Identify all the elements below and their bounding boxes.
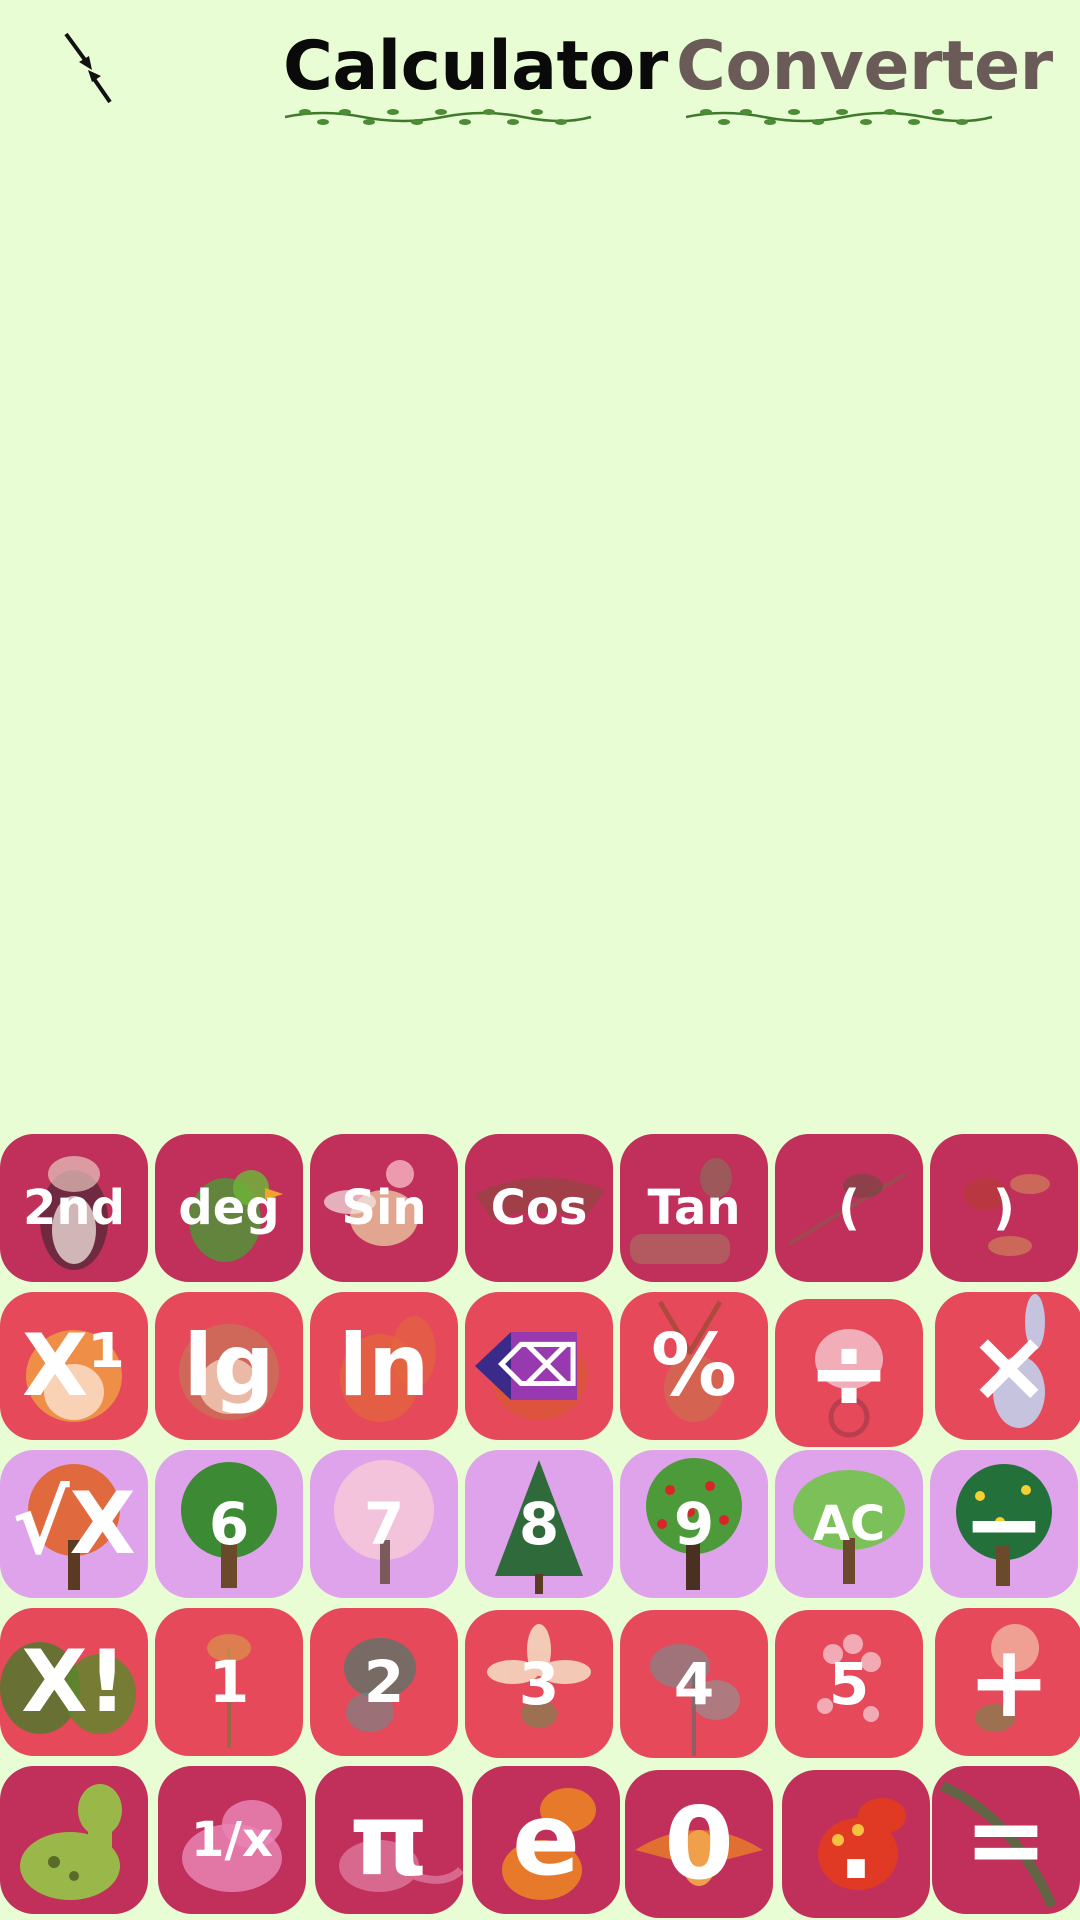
key-pi[interactable]: π (315, 1766, 463, 1914)
key-0[interactable]: 0 (625, 1770, 773, 1918)
key-cos[interactable]: Cos (465, 1134, 613, 1282)
key-ac[interactable]: AC (775, 1450, 923, 1598)
key-1[interactable]: 1 (155, 1608, 303, 1756)
key-divide[interactable]: ÷ (775, 1299, 923, 1447)
collapse-arrows-icon[interactable] (62, 30, 118, 106)
vine-underline (284, 109, 592, 125)
key-plus[interactable]: + (935, 1608, 1080, 1756)
key-sin[interactable]: Sin (310, 1134, 458, 1282)
key-ln[interactable]: ln (310, 1292, 458, 1440)
key-5[interactable]: 5 (775, 1610, 923, 1758)
top-bar: Calculator Converter (0, 0, 1080, 140)
key-e[interactable]: e (472, 1766, 620, 1914)
key-4[interactable]: 4 (620, 1610, 768, 1758)
key-2nd[interactable]: 2nd (0, 1134, 148, 1282)
key-backspace[interactable]: ⌫ (465, 1292, 613, 1440)
key-close-paren[interactable]: ) (930, 1134, 1078, 1282)
key-7[interactable]: 7 (310, 1450, 458, 1598)
key-percent[interactable]: % (620, 1292, 768, 1440)
tab-calculator[interactable]: Calculator (283, 26, 668, 108)
key-tan[interactable]: Tan (620, 1134, 768, 1282)
key-decimal[interactable]: . (782, 1770, 930, 1918)
key-multiply[interactable]: × (935, 1292, 1080, 1440)
key-dino[interactable] (0, 1766, 148, 1914)
key-2[interactable]: 2 (310, 1608, 458, 1756)
key-3[interactable]: 3 (465, 1610, 613, 1758)
key-deg[interactable]: deg (155, 1134, 303, 1282)
key-minus[interactable]: − (930, 1450, 1078, 1598)
key-equals[interactable]: = (932, 1766, 1080, 1914)
keypad: 2nd deg Sin Cos Tan ( ) X¹ lg ln ⌫ % ÷ ×… (0, 1133, 1080, 1920)
key-sqrt[interactable]: √X (0, 1450, 148, 1598)
key-lg[interactable]: lg (155, 1292, 303, 1440)
backspace-icon: ⌫ (497, 1332, 580, 1400)
vine-underline (685, 109, 993, 125)
calculator-display (0, 140, 1080, 1125)
key-8[interactable]: 8 (465, 1450, 613, 1598)
key-open-paren[interactable]: ( (775, 1134, 923, 1282)
key-6[interactable]: 6 (155, 1450, 303, 1598)
tab-converter[interactable]: Converter (676, 26, 1053, 108)
key-9[interactable]: 9 (620, 1450, 768, 1598)
key-factorial[interactable]: X! (0, 1608, 148, 1756)
key-reciprocal[interactable]: 1/x (158, 1766, 306, 1914)
key-x-power[interactable]: X¹ (0, 1292, 148, 1440)
